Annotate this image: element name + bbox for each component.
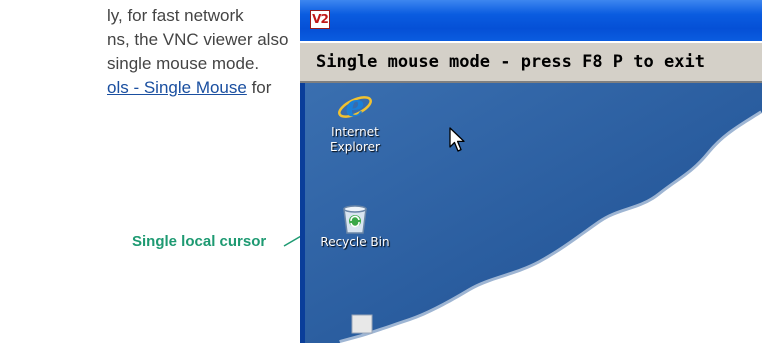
vnc-viewer-window: V2 Single mouse mode - press F8 P to exi…: [300, 0, 762, 343]
ie-icon: e: [338, 89, 372, 124]
desktop-icon-label: Recycle Bin: [320, 235, 390, 249]
vnc-app-icon[interactable]: V2: [310, 10, 330, 29]
desktop-icon-label: Internet Explorer: [330, 125, 380, 154]
single-mouse-banner: Single mouse mode - press F8 P to exit: [300, 41, 762, 83]
doc-line-4-suffix: for: [246, 78, 272, 97]
window-titlebar[interactable]: V2: [300, 0, 762, 41]
desktop-icon-recycle-bin[interactable]: Recycle Bin: [315, 201, 395, 250]
recycle-bin-icon: [343, 205, 367, 234]
svg-text:e: e: [345, 89, 364, 124]
remote-desktop[interactable]: e Internet Explorer Recycle Bin: [300, 83, 762, 343]
single-mouse-banner-text: Single mouse mode - press F8 P to exit: [316, 52, 705, 72]
desktop-icon-internet-explorer[interactable]: e Internet Explorer: [315, 89, 395, 155]
mouse-pointer-icon: [449, 127, 465, 152]
single-mouse-link[interactable]: ols - Single Mouse: [107, 78, 247, 97]
document-paragraph: ly, for fast network ns, the VNC viewer …: [0, 4, 290, 100]
callout-label: Single local cursor: [132, 233, 267, 250]
